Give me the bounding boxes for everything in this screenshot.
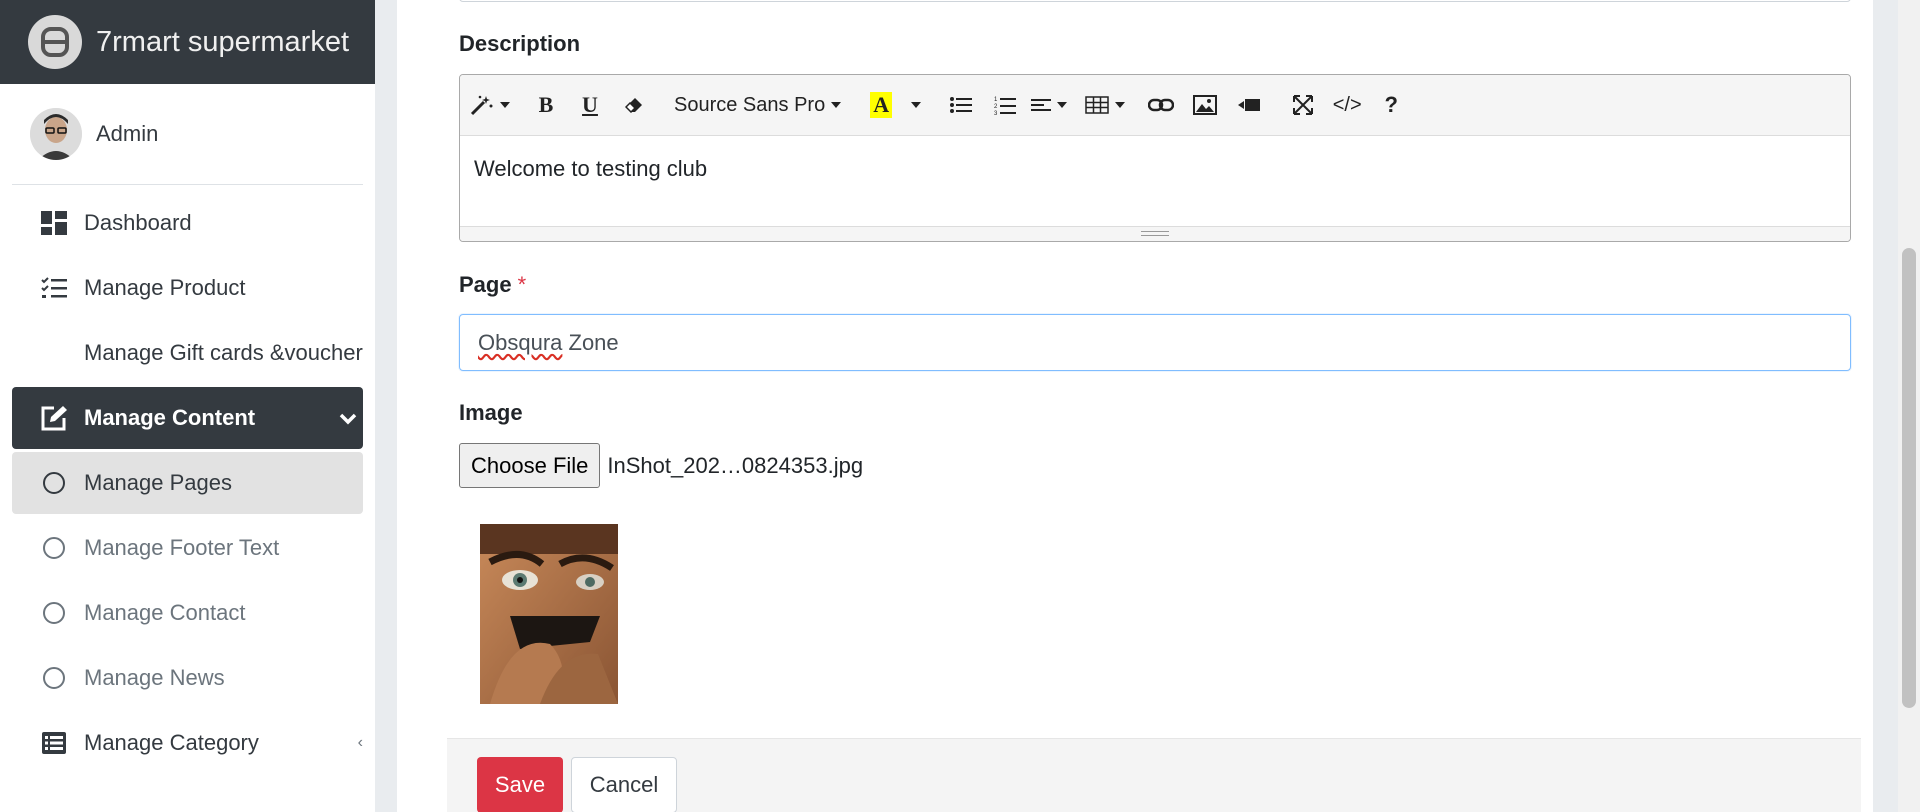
svg-text:2: 2 bbox=[994, 104, 998, 110]
dashboard-grid-icon bbox=[40, 209, 68, 237]
form-footer: Save Cancel bbox=[447, 738, 1861, 812]
sidebar-item-label: Manage News bbox=[84, 665, 225, 690]
editor-toolbar: B U Source Sans Pro A 1 2 3 </> ? bbox=[460, 75, 1850, 136]
circle-icon bbox=[40, 664, 68, 692]
brand-logo-icon bbox=[28, 15, 82, 69]
sidebar-item-label: Dashboard bbox=[84, 210, 192, 235]
page-input[interactable]: Obsqura Zone bbox=[459, 314, 1851, 371]
avatar bbox=[30, 108, 82, 160]
previous-field-edge bbox=[459, 0, 1851, 2]
page-input-rest: Zone bbox=[562, 329, 619, 355]
sidebar-item-manage-pages[interactable]: Manage Pages bbox=[12, 452, 363, 514]
svg-text:3: 3 bbox=[994, 111, 998, 115]
editor-content-area[interactable]: Welcome to testing club bbox=[460, 136, 1850, 226]
list-table-icon bbox=[40, 729, 68, 757]
svg-text:1: 1 bbox=[994, 97, 998, 103]
page-form-card: Description B U Source Sans Pro A 1 2 3 … bbox=[397, 0, 1873, 812]
magic-style-icon[interactable] bbox=[466, 85, 514, 125]
sidebar-item-manage-gift-cards[interactable]: Manage Gift cards &voucher bbox=[12, 322, 363, 384]
sidebar-item-dashboard[interactable]: Dashboard bbox=[12, 192, 363, 254]
sidebar-item-manage-footer-text[interactable]: Manage Footer Text bbox=[12, 517, 363, 579]
scrollbar-thumb[interactable] bbox=[1902, 248, 1916, 708]
sidebar-item-manage-news[interactable]: Manage News bbox=[12, 647, 363, 709]
required-mark: * bbox=[517, 272, 527, 297]
editor-resize-handle[interactable] bbox=[460, 226, 1850, 241]
sidebar-item-label: Manage Content bbox=[84, 405, 256, 430]
eraser-icon[interactable] bbox=[612, 85, 656, 125]
image-icon[interactable] bbox=[1183, 85, 1227, 125]
sidebar-item-label: Manage Category bbox=[84, 730, 259, 755]
bold-icon[interactable]: B bbox=[524, 85, 568, 125]
link-icon[interactable] bbox=[1139, 85, 1183, 125]
checklist-icon bbox=[40, 274, 68, 302]
sidebar: 7rmart supermarket Admin Dashboard Manag… bbox=[0, 0, 375, 812]
circle-icon bbox=[40, 469, 68, 497]
paragraph-align-icon[interactable] bbox=[1027, 85, 1071, 125]
help-icon[interactable]: ? bbox=[1369, 85, 1413, 125]
brand-name: 7rmart supermarket bbox=[96, 25, 350, 58]
font-family-value: Source Sans Pro bbox=[674, 93, 826, 116]
sidebar-item-label: Manage Gift cards &voucher bbox=[84, 340, 363, 365]
text-color-icon[interactable]: A bbox=[859, 85, 903, 125]
image-file-input[interactable]: Choose File InShot_202…0824353.jpg bbox=[459, 443, 863, 488]
choose-file-button[interactable]: Choose File bbox=[459, 443, 601, 488]
page-scrollbar[interactable] bbox=[1898, 0, 1920, 812]
page-label-text: Page bbox=[459, 272, 512, 297]
sidebar-item-manage-product[interactable]: Manage Product bbox=[12, 257, 363, 319]
font-family-dropdown[interactable]: Source Sans Pro bbox=[666, 85, 849, 125]
sidebar-item-label: Manage Contact bbox=[84, 600, 246, 625]
underline-icon[interactable]: U bbox=[568, 85, 612, 125]
cancel-button[interactable]: Cancel bbox=[571, 757, 677, 812]
circle-icon bbox=[40, 599, 68, 627]
page-input-word: Obsqura bbox=[478, 329, 563, 355]
edit-square-icon bbox=[40, 404, 68, 432]
brand-link[interactable]: 7rmart supermarket bbox=[0, 0, 375, 84]
sidebar-item-manage-category[interactable]: Manage Category ‹ bbox=[12, 712, 363, 774]
user-panel[interactable]: Admin bbox=[12, 84, 363, 185]
save-button[interactable]: Save bbox=[477, 757, 563, 812]
description-editor: B U Source Sans Pro A 1 2 3 </> ? Welcom… bbox=[459, 74, 1851, 242]
description-label: Description bbox=[459, 31, 581, 56]
fullscreen-icon[interactable] bbox=[1281, 85, 1325, 125]
image-preview bbox=[480, 524, 618, 704]
table-icon[interactable] bbox=[1081, 85, 1129, 125]
sidebar-item-manage-content[interactable]: Manage Content bbox=[12, 387, 363, 449]
user-name: Admin bbox=[96, 121, 159, 146]
code-view-icon[interactable]: </> bbox=[1325, 85, 1369, 125]
numbered-list-icon[interactable]: 1 2 3 bbox=[983, 85, 1027, 125]
bullet-list-icon[interactable] bbox=[939, 85, 983, 125]
circle-icon bbox=[40, 534, 68, 562]
sidebar-item-label: Manage Pages bbox=[84, 470, 232, 495]
sidebar-item-label: Manage Footer Text bbox=[84, 535, 280, 560]
video-icon[interactable] bbox=[1227, 85, 1271, 125]
file-name: InShot_202…0824353.jpg bbox=[607, 452, 864, 478]
sidebar-item-label: Manage Product bbox=[84, 275, 246, 300]
image-label: Image bbox=[459, 400, 523, 425]
main-content: Description B U Source Sans Pro A 1 2 3 … bbox=[375, 0, 1920, 812]
chevron-down-icon bbox=[339, 405, 357, 431]
page-label: Page * bbox=[459, 272, 526, 298]
sidebar-item-manage-contact[interactable]: Manage Contact bbox=[12, 582, 363, 644]
sidebar-nav: Dashboard Manage Product Manage Gift car… bbox=[0, 192, 375, 774]
chevron-down-icon[interactable] bbox=[903, 85, 929, 125]
chevron-left-icon: ‹ bbox=[357, 734, 363, 751]
